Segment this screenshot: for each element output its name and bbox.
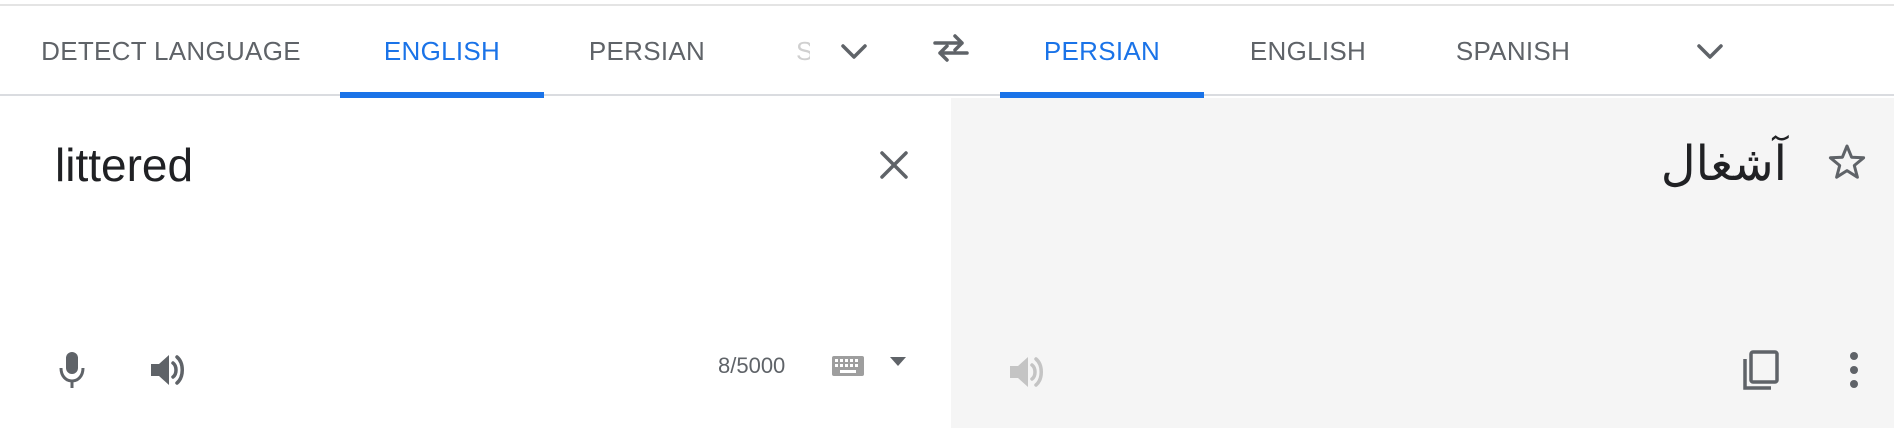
translation-output: آشغال <box>1660 136 1787 192</box>
microphone-icon <box>59 352 85 388</box>
chevron-down-icon <box>1697 44 1723 59</box>
tab-label: DETECT LANGUAGE <box>41 35 301 66</box>
save-translation-button[interactable] <box>1825 140 1869 184</box>
listen-source-button[interactable] <box>144 348 192 392</box>
tab-detect-language[interactable]: DETECT LANGUAGE <box>26 6 316 96</box>
target-more-languages-button[interactable] <box>1686 29 1734 73</box>
tab-label: ENGLISH <box>1249 35 1367 66</box>
chevron-down-icon <box>841 44 867 59</box>
tab-label: PERSIAN <box>588 35 706 66</box>
character-count: 8/5000 <box>718 353 786 378</box>
tab-label: ENGLISH <box>383 35 501 66</box>
star-icon <box>1828 144 1866 179</box>
clear-source-button[interactable] <box>872 143 916 187</box>
tab-label: SPANISH <box>796 35 810 66</box>
tab-label: PERSIAN <box>1043 35 1161 66</box>
copy-translation-button[interactable] <box>1737 346 1783 394</box>
swap-languages-button[interactable] <box>928 26 974 70</box>
voice-input-button[interactable] <box>50 348 94 392</box>
more-vert-icon <box>1850 352 1858 388</box>
swap-arrows-icon <box>933 34 969 62</box>
input-tools-dropdown[interactable] <box>884 350 912 374</box>
speaker-icon <box>1010 357 1043 387</box>
caret-down-icon <box>890 357 906 366</box>
more-options-button[interactable] <box>1841 348 1867 392</box>
input-tools-button[interactable] <box>828 350 868 382</box>
source-more-languages-button[interactable] <box>830 29 878 73</box>
keyboard-icon <box>832 356 864 376</box>
tab-target-persian[interactable]: PERSIAN <box>1000 6 1204 98</box>
tab-target-spanish[interactable]: SPANISH <box>1428 6 1598 96</box>
close-icon <box>880 151 908 179</box>
tab-target-english[interactable]: ENGLISH <box>1226 6 1390 96</box>
listen-translation-button[interactable] <box>1003 350 1051 394</box>
source-panel: littered 8/5000 <box>0 98 951 428</box>
tab-source-english[interactable]: ENGLISH <box>340 6 544 98</box>
tab-source-persian[interactable]: PERSIAN <box>566 6 728 96</box>
tab-source-spanish[interactable]: SPANISH <box>796 6 810 96</box>
copy-icon <box>1743 350 1779 390</box>
language-bar: DETECT LANGUAGE ENGLISH PERSIAN SPANISH … <box>0 6 1894 98</box>
speaker-icon <box>151 355 184 385</box>
tab-label: SPANISH <box>1455 35 1571 66</box>
source-text-input[interactable]: littered <box>55 138 193 192</box>
target-panel: آشغال <box>951 98 1894 428</box>
